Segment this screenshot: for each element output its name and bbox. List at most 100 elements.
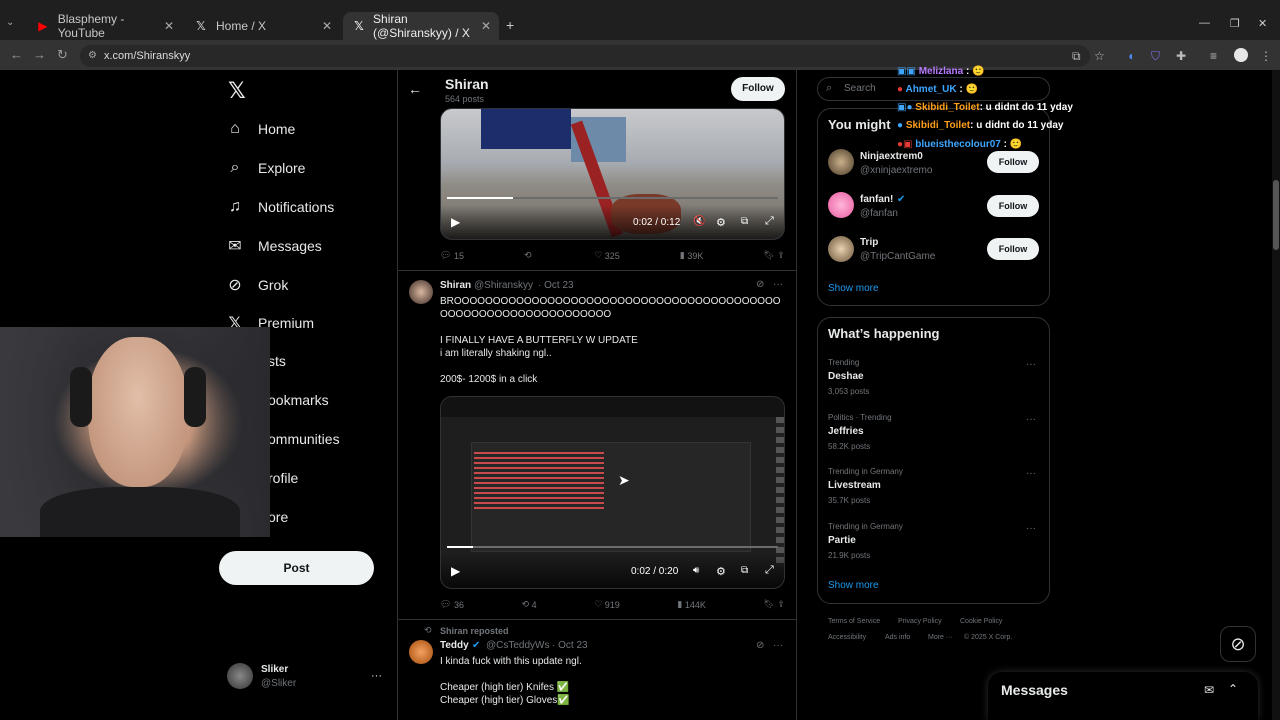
play-icon[interactable]: ▶ [451, 564, 460, 578]
footer-accessibility-link[interactable]: Accessibility [828, 634, 866, 641]
extension-shield-icon[interactable]: ⛉ [1151, 49, 1160, 64]
nav-bookmarks[interactable]: ookmarks [268, 392, 329, 408]
retweet-button[interactable]: ⟲ [524, 250, 534, 261]
extensions-puzzle-icon[interactable]: ✚ [1176, 49, 1186, 63]
suggestion-name[interactable]: fanfan! [860, 194, 893, 205]
suggestion-handle[interactable]: @fanfan [860, 208, 898, 219]
close-window-icon[interactable]: ✕ [1258, 17, 1267, 30]
account-menu-icon[interactable]: ··· [371, 670, 382, 682]
account-avatar[interactable] [227, 663, 253, 689]
trend-more-icon[interactable]: ··· [1026, 468, 1036, 479]
site-info-icon[interactable]: ⚙ [88, 45, 97, 67]
volume-icon[interactable]: 🔊︎ [693, 565, 699, 576]
like-button[interactable]: ♡ 325 [594, 250, 620, 261]
fullscreen-icon[interactable]: ⤢ [765, 564, 774, 577]
views-button[interactable]: ▮ 144K [677, 599, 706, 610]
footer-more-link[interactable]: More ··· [928, 634, 953, 641]
reload-icon[interactable]: ↻ [57, 47, 68, 63]
grok-icon[interactable]: ⊘ [756, 279, 764, 290]
nav-home[interactable]: ⌂ Home [226, 120, 295, 138]
nav-grok[interactable]: ⊘ Grok [226, 276, 288, 294]
nav-notifications[interactable]: ♫ Notifications [226, 198, 334, 216]
bookmark-button[interactable]: 🔖︎ ⇪ [763, 599, 785, 610]
nav-more[interactable]: ore [268, 509, 288, 525]
tweet-author-name[interactable]: Shiran [440, 280, 471, 291]
nav-messages[interactable]: ✉ Messages [226, 237, 322, 255]
address-bar[interactable]: ⚙ x.com/Shiranskyy [80, 45, 1090, 67]
suggestion-avatar[interactable] [828, 149, 854, 175]
show-more-link[interactable]: Show more [828, 283, 879, 294]
profile-follow-button[interactable]: Follow [731, 77, 785, 101]
suggestion-name[interactable]: Trip [860, 237, 878, 248]
tab-home-x[interactable]: 𝕏 Home / X ✕ [184, 12, 340, 40]
close-icon[interactable]: ✕ [322, 19, 332, 33]
settings-gear-icon[interactable]: ⚙ [716, 216, 726, 229]
fullscreen-icon[interactable]: ⤢ [765, 215, 774, 228]
post-button[interactable]: Post [219, 551, 374, 585]
tweet-author-name[interactable]: Teddy [440, 640, 469, 651]
settings-gear-icon[interactable]: ⚙ [716, 565, 726, 578]
share-icon[interactable]: ⇪ [777, 599, 785, 610]
menu-kebab-icon[interactable]: ⋮ [1260, 49, 1272, 63]
back-arrow-icon[interactable]: ← [408, 81, 422, 97]
suggestion-avatar[interactable] [828, 192, 854, 218]
share-icon[interactable]: ⇪ [777, 250, 785, 261]
suggestion-handle[interactable]: @TripCantGame [860, 251, 935, 262]
reply-button[interactable]: 💬︎ 36 [440, 599, 464, 610]
x-logo-icon[interactable]: 𝕏 [228, 78, 246, 104]
views-button[interactable]: ▮ 39K [680, 250, 703, 261]
follow-button[interactable]: Follow [987, 238, 1039, 260]
pip-icon[interactable]: ⧉ [741, 565, 748, 576]
expand-chevrons-icon[interactable]: ⌃ [1228, 682, 1238, 696]
tab-youtube[interactable]: ▶ Blasphemy - YouTube ✕ [26, 12, 182, 40]
video-progress-bar[interactable] [447, 197, 778, 199]
tweet-date[interactable]: · Oct 23 [538, 280, 574, 291]
retweet-button[interactable]: ⟲ 4 [522, 599, 537, 610]
suggestion-name[interactable]: Ninjaextrem0 [860, 151, 923, 162]
suggestion-handle[interactable]: @xninjaextremo [860, 165, 932, 176]
nav-profile[interactable]: rofile [268, 470, 298, 486]
tweet-author-handle[interactable]: @CsTeddyWs [486, 640, 550, 651]
nav-explore[interactable]: ⌕ Explore [226, 159, 306, 177]
install-app-icon[interactable]: ⧉ [1072, 49, 1081, 64]
show-more-link[interactable]: Show more [828, 580, 879, 591]
footer-ads-link[interactable]: Ads info [885, 634, 910, 641]
close-icon[interactable]: ✕ [481, 19, 491, 33]
mute-icon[interactable]: 🔇 [693, 216, 705, 227]
play-icon[interactable]: ▶ [451, 215, 460, 229]
follow-button[interactable]: Follow [987, 151, 1039, 173]
tweet-more-icon[interactable]: ··· [773, 279, 783, 290]
bookmark-star-icon[interactable]: ☆ [1094, 49, 1105, 63]
forward-icon[interactable]: → [33, 47, 46, 62]
tweet-author-avatar[interactable] [409, 280, 433, 304]
video-progress-bar[interactable] [447, 546, 778, 548]
pip-icon[interactable]: ⧉ [741, 216, 748, 227]
nav-lists[interactable]: sts [268, 353, 286, 369]
back-icon[interactable]: ← [10, 47, 23, 62]
profile-avatar-icon[interactable] [1234, 48, 1248, 62]
tab-shiran-profile[interactable]: 𝕏 Shiran (@Shiranskyy) / X ✕ [343, 12, 499, 40]
footer-cookie-link[interactable]: Cookie Policy [960, 618, 1002, 625]
bookmark-button[interactable]: 🔖︎ ⇪ [763, 250, 785, 261]
media-control-icon[interactable]: ≡ [1210, 49, 1217, 63]
tweet-video[interactable]: ▶ 0:02 / 0:20 🔊︎ ⚙ ⧉ ⤢ [440, 396, 785, 589]
repost-label[interactable]: Shiran reposted [440, 626, 509, 636]
close-icon[interactable]: ✕ [164, 19, 174, 33]
page-scrollbar[interactable] [1272, 70, 1280, 720]
grok-icon[interactable]: ⊘ [756, 640, 764, 651]
tweet-date[interactable]: · Oct 23 [552, 640, 588, 651]
tweet-author-handle[interactable]: @Shiranskyy [474, 280, 533, 291]
suggestion-avatar[interactable] [828, 236, 854, 262]
footer-terms-link[interactable]: Terms of Service [828, 618, 880, 625]
tweet-author-avatar[interactable] [409, 640, 433, 664]
reply-button[interactable]: 💬︎ 15 [440, 250, 464, 261]
scrollbar-thumb[interactable] [1273, 180, 1279, 250]
tweet-video[interactable]: ▶ 0:02 / 0:12 🔇 ⚙ ⧉ ⤢ [440, 108, 785, 240]
extension-icon[interactable]: ◖ [1127, 49, 1134, 63]
messages-drawer[interactable]: Messages ✉ ⌃ [988, 672, 1258, 720]
trend-more-icon[interactable]: ··· [1026, 414, 1036, 425]
footer-privacy-link[interactable]: Privacy Policy [898, 618, 942, 625]
grok-float-button[interactable]: ⊘ [1220, 626, 1256, 662]
follow-button[interactable]: Follow [987, 195, 1039, 217]
trend-more-icon[interactable]: ··· [1026, 359, 1036, 370]
